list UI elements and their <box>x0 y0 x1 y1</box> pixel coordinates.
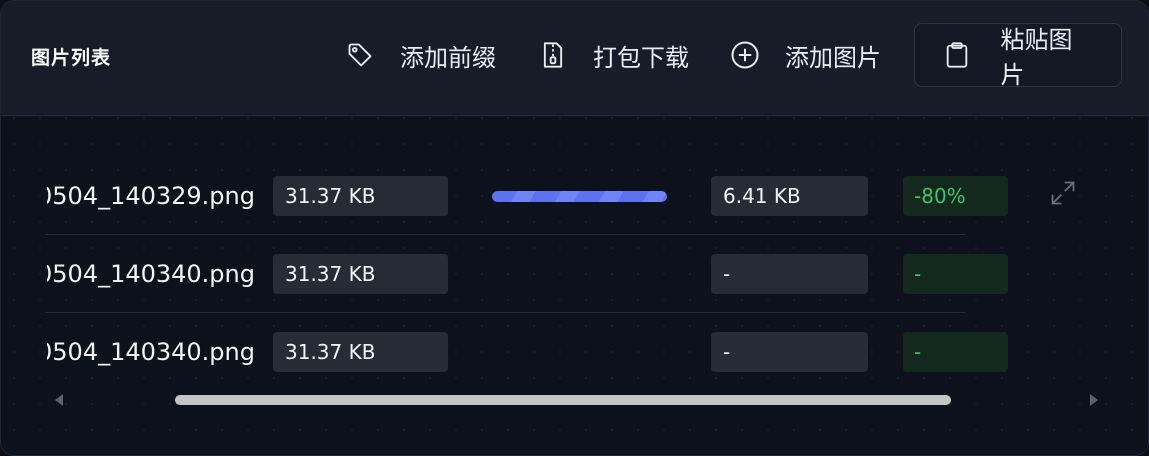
add-image-button[interactable]: 添加图片 <box>729 23 881 87</box>
compression-ratio-badge: -80% <box>903 176 1008 216</box>
file-name: 20230504_140340.png <box>47 338 255 366</box>
panel-header: 图片列表 添加前缀 打包下载 添加图片 粘贴图片 <box>1 1 1148 116</box>
compressed-size: - <box>711 332 868 372</box>
add-prefix-label: 添加前缀 <box>400 43 496 72</box>
zip-file-icon <box>537 39 569 71</box>
add-image-label: 添加图片 <box>785 43 881 72</box>
panel-title: 图片列表 <box>31 47 112 69</box>
tag-icon <box>344 39 376 71</box>
plus-circle-icon <box>729 39 761 71</box>
paste-image-button[interactable]: 粘贴图片 <box>914 23 1122 89</box>
original-size: 31.37 KB <box>273 332 448 372</box>
clipboard-icon <box>941 39 973 71</box>
scroll-left-arrow-icon[interactable] <box>55 394 63 406</box>
compress-progress-bar <box>492 191 667 202</box>
list-item: 20230504_140340.png 31.37 KB - - <box>1 313 1148 391</box>
paste-image-label: 粘贴图片 <box>1000 26 1073 89</box>
download-zip-label: 打包下载 <box>593 43 689 72</box>
download-zip-button[interactable]: 打包下载 <box>537 23 689 87</box>
scrollbar-thumb[interactable] <box>175 395 951 405</box>
compressed-size: 6.41 KB <box>711 176 868 216</box>
original-size: 31.37 KB <box>273 254 448 294</box>
add-prefix-button[interactable]: 添加前缀 <box>344 23 496 87</box>
horizontal-scrollbar[interactable] <box>45 393 1105 407</box>
compression-ratio-badge: - <box>903 332 1008 372</box>
list-item: 20230504_140329.png 31.37 KB 6.41 KB -80… <box>1 157 1148 235</box>
expand-icon <box>1049 179 1077 211</box>
file-name: 20230504_140340.png <box>47 260 255 288</box>
compressed-size: - <box>711 254 868 294</box>
scroll-right-arrow-icon[interactable] <box>1090 394 1098 406</box>
file-name: 20230504_140329.png <box>47 182 255 210</box>
preview-button[interactable] <box>1047 179 1079 211</box>
progress-fill <box>492 191 667 202</box>
image-list-panel: 图片列表 添加前缀 打包下载 添加图片 粘贴图片 504_140329.png … <box>0 0 1149 456</box>
list-item: 20230504_140340.png 31.37 KB - - <box>1 235 1148 313</box>
original-size: 31.37 KB <box>273 176 448 216</box>
compression-ratio-badge: - <box>903 254 1008 294</box>
